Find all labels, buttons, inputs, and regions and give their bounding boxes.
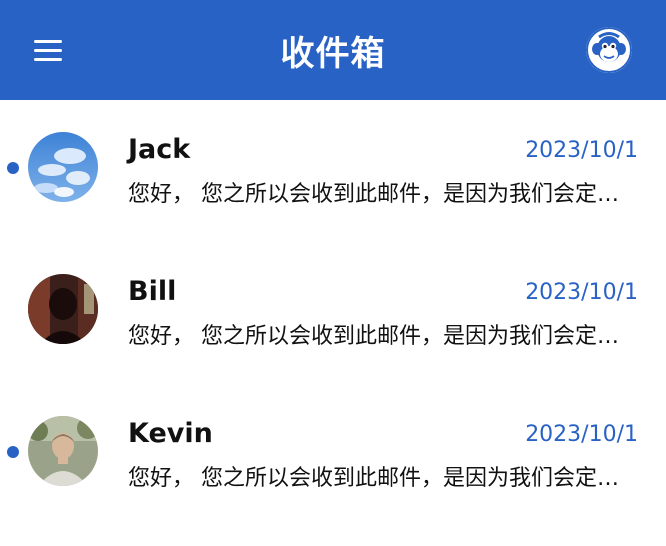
mail-list-item[interactable]: Bill 2023/10/1 您好， 您之所以会收到此邮件，是因为我们会定期向您… <box>0 242 666 384</box>
mail-list-item[interactable]: Kevin 2023/10/1 您好， 您之所以会收到此邮件，是因为我们会定期向… <box>0 384 666 526</box>
mail-sender: Kevin <box>128 418 213 449</box>
mail-date: 2023/10/1 <box>525 280 638 305</box>
monkey-avatar-graphic <box>586 27 632 73</box>
inbox-app: 收件箱 Jack 2023/10/1 您好， 您之所以会收到此邮件，是因为我们会… <box>0 0 666 546</box>
mail-date: 2023/10/1 <box>525 422 638 447</box>
app-header: 收件箱 <box>0 0 666 100</box>
mail-sender: Jack <box>128 134 191 165</box>
avatar-image <box>28 274 98 344</box>
man-portrait-avatar <box>28 416 98 486</box>
unread-indicator <box>7 162 19 174</box>
page-title: 收件箱 <box>280 33 386 74</box>
mail-sender: Bill <box>128 276 177 307</box>
mail-preview: 您好， 您之所以会收到此邮件，是因为我们会定期向您发送 <box>128 182 638 207</box>
avatar-image <box>28 132 98 202</box>
mail-list: Jack 2023/10/1 您好， 您之所以会收到此邮件，是因为我们会定期向您… <box>0 100 666 526</box>
menu-line <box>34 40 62 43</box>
mail-date: 2023/10/1 <box>525 138 638 163</box>
menu-line <box>34 58 62 61</box>
hamburger-menu-icon[interactable] <box>34 40 62 62</box>
mail-preview: 您好， 您之所以会收到此邮件，是因为我们会定期向您发送 <box>128 466 638 491</box>
avatar-image <box>28 416 98 486</box>
unread-indicator <box>7 446 19 458</box>
sky-clouds-avatar <box>28 132 98 202</box>
silhouette-avatar <box>28 274 98 344</box>
mail-preview: 您好， 您之所以会收到此邮件，是因为我们会定期向您发送 <box>128 324 638 349</box>
mail-list-item[interactable]: Jack 2023/10/1 您好， 您之所以会收到此邮件，是因为我们会定期向您… <box>0 100 666 242</box>
monkey-avatar-icon[interactable] <box>586 27 632 73</box>
menu-line <box>34 49 62 52</box>
